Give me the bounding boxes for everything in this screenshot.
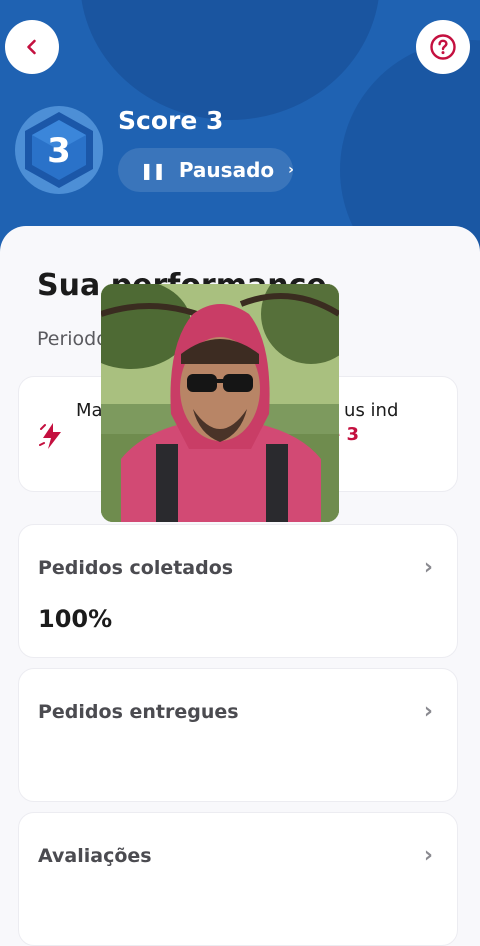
metric-value: 100% xyxy=(38,605,113,633)
pause-icon: ❚❚ xyxy=(140,160,166,180)
metric-label: Avaliações xyxy=(38,845,152,867)
video-overlay[interactable] xyxy=(101,284,339,522)
tip-text-start: Ma xyxy=(76,400,103,421)
status-pill[interactable]: ❚❚ Pausado › xyxy=(118,148,294,192)
metric-card-pedidos-entregues[interactable]: Pedidos entregues › xyxy=(18,668,458,802)
score-badge: 3 xyxy=(15,106,103,194)
metric-card-avaliacoes[interactable]: Avaliações › xyxy=(18,812,458,946)
metric-label: Pedidos entregues xyxy=(38,701,239,723)
chevron-right-icon: › xyxy=(288,162,294,178)
score-title: Score 3 xyxy=(118,106,224,135)
period-label: Periodo xyxy=(37,328,108,350)
back-button[interactable] xyxy=(5,20,59,74)
status-label: Pausado xyxy=(178,158,275,182)
metric-label: Pedidos coletados xyxy=(38,557,234,579)
header-decoration xyxy=(80,0,380,120)
tip-text-middle: us ind xyxy=(344,400,399,421)
chevron-right-icon: › xyxy=(423,699,433,724)
help-button[interactable] xyxy=(416,20,470,74)
badge-number: 3 xyxy=(47,131,71,171)
lightning-bolt-icon xyxy=(39,423,61,449)
chevron-left-icon xyxy=(27,39,36,55)
metric-card-pedidos-coletados[interactable]: Pedidos coletados › 100% xyxy=(18,524,458,658)
chevron-right-icon: › xyxy=(423,555,433,580)
question-circle-icon xyxy=(430,34,456,60)
chevron-right-icon: › xyxy=(423,843,433,868)
score-hexagon-icon: 3 xyxy=(25,112,93,188)
person-video-image xyxy=(101,284,339,522)
